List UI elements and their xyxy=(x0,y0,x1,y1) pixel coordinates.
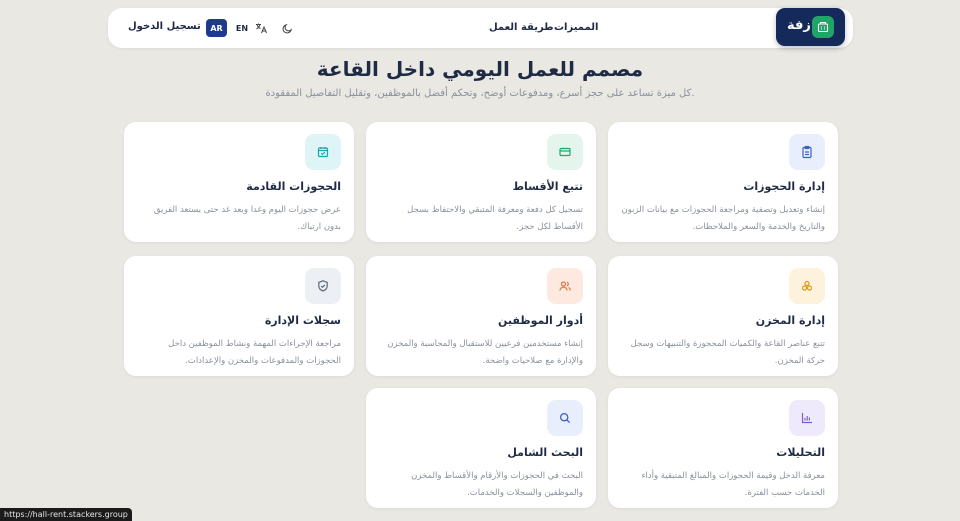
boxes-icon xyxy=(789,268,825,304)
feature-card-description: إنشاء وتعديل وتصفية ومراجعة الحجوزات مع … xyxy=(621,205,825,232)
feature-card-analytics: التحليلات معرفة الدخل وقيمة الحجوزات والم… xyxy=(608,388,838,508)
feature-card-title: إدارة المخزن xyxy=(755,314,825,327)
brand-name: زفة xyxy=(787,18,811,33)
feature-card-title: سجلات الإدارة xyxy=(264,314,341,327)
feature-card-title: التحليلات xyxy=(776,446,825,459)
feature-card-inventory-management: إدارة المخزن تتبع عناصر القاعة والكميات ا… xyxy=(608,256,838,376)
nav-how-it-works[interactable]: طريقة العمل xyxy=(489,22,554,33)
feature-card-description: تسجيل كل دفعة ومعرفة المتبقي والاحتفاظ ب… xyxy=(407,205,583,232)
nav-features[interactable]: المميزات xyxy=(554,22,598,33)
feature-card-description: عرض حجوزات اليوم وغدا وبعد غد حتى يستعد … xyxy=(153,205,341,232)
lang-en-button[interactable]: EN xyxy=(234,19,250,37)
clipboard-icon xyxy=(789,134,825,170)
feature-card-staff-roles: أدوار الموظفين إنشاء مستخدمين فرعيين للاس… xyxy=(366,256,596,376)
chart-icon xyxy=(789,400,825,436)
feature-card-admin-logs: سجلات الإدارة مراجعة الإجراءات المهمة ونش… xyxy=(124,256,354,376)
status-url: https://hall-rent.stackers.group xyxy=(0,508,132,521)
feature-card-description: تتبع عناصر القاعة والكميات المحجوزة والت… xyxy=(630,339,825,366)
section-title: مصمم للعمل اليومي داخل القاعة xyxy=(316,57,644,81)
brand-logo-button[interactable]: زفة xyxy=(776,8,845,46)
translate-icon[interactable] xyxy=(253,20,269,36)
feature-card-global-search: البحث الشامل البحث في الحجوزات والأرقام و… xyxy=(366,388,596,508)
search-icon xyxy=(547,400,583,436)
feature-card-description: إنشاء مستخدمين فرعيين للاستقبال والمحاسب… xyxy=(387,339,583,366)
feature-card-title: إدارة الحجوزات xyxy=(743,180,825,193)
feature-card-title: أدوار الموظفين xyxy=(497,314,583,327)
dark-mode-icon[interactable] xyxy=(279,20,295,36)
feature-card-description: مراجعة الإجراءات المهمة ونشاط الموظفين د… xyxy=(168,339,341,366)
building-icon xyxy=(812,16,834,38)
users-icon xyxy=(547,268,583,304)
feature-card-installments-tracking: تتبع الأقساط تسجيل كل دفعة ومعرفة المتبقي… xyxy=(366,122,596,242)
feature-card-title: البحث الشامل xyxy=(507,446,583,459)
feature-card-description: معرفة الدخل وقيمة الحجوزات والمبالغ المت… xyxy=(641,471,825,498)
feature-card-title: الحجوزات القادمة xyxy=(246,180,341,193)
lang-ar-button[interactable]: AR xyxy=(206,19,227,37)
feature-card-description: البحث في الحجوزات والأرقام والأقساط والم… xyxy=(411,471,583,498)
calendar-icon xyxy=(305,134,341,170)
login-link[interactable]: تسجيل الدخول xyxy=(128,21,201,32)
feature-card-title: تتبع الأقساط xyxy=(512,180,583,193)
feature-card-bookings-management: إدارة الحجوزات إنشاء وتعديل وتصفية ومراجع… xyxy=(608,122,838,242)
feature-card-upcoming-bookings: الحجوزات القادمة عرض حجوزات اليوم وغدا وب… xyxy=(124,122,354,242)
card-icon xyxy=(547,134,583,170)
top-nav: تسجيل الدخول AR EN طريقة العمل المميزات xyxy=(108,8,853,48)
section-subtitle: كل ميزة تساعد على حجز أسرع، ومدفوعات أوض… xyxy=(265,88,695,99)
shield-icon xyxy=(305,268,341,304)
